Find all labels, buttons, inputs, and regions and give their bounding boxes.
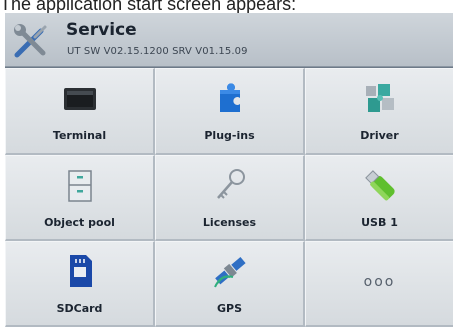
tile-terminal[interactable]: Terminal (5, 68, 155, 155)
tile-gps[interactable]: GPS (155, 241, 305, 327)
tile-label: USB 1 (361, 216, 398, 229)
version-info: UT SW V02.15.1200 SRV V01.15.09 (67, 46, 248, 57)
tile-label: SDCard (56, 302, 103, 315)
tile-plug-ins[interactable]: Plug-ins (155, 68, 305, 155)
app-tile-grid: Terminal Plug-ins Driver Object pool Lic… (5, 68, 453, 327)
usb-stick-icon (364, 170, 395, 201)
tile-driver[interactable]: Driver (305, 68, 453, 155)
tile-label: Licenses (202, 216, 257, 229)
puzzle-piece-icon (219, 83, 240, 112)
tile-object-pool[interactable]: Object pool (5, 155, 155, 241)
tile-label: Plug-ins (204, 129, 255, 142)
tile-label: GPS (216, 302, 242, 315)
tile-more[interactable]: ooo (305, 241, 453, 327)
wrench-screwdriver-icon (14, 24, 47, 58)
tile-sdcard[interactable]: SDCard (5, 241, 155, 327)
app-title: Service (66, 20, 137, 40)
sd-card-icon (69, 255, 92, 287)
app-header: Service UT SW V02.15.1200 SRV V01.15.09 (5, 13, 453, 67)
tile-licenses[interactable]: Licenses (155, 155, 305, 241)
device-screen: Service UT SW V02.15.1200 SRV V01.15.09 … (5, 13, 453, 327)
puzzle-pieces-icon (365, 84, 394, 112)
tile-label: Terminal (52, 129, 107, 142)
satellite-icon (213, 257, 246, 288)
terminal-display-icon (63, 88, 96, 110)
tile-label: Object pool (44, 216, 115, 229)
key-icon (216, 169, 245, 199)
filing-cabinet-icon (67, 170, 92, 202)
tile-usb-1[interactable]: USB 1 (305, 155, 453, 241)
tile-label: Driver (360, 129, 399, 142)
more-dots-icon: ooo (363, 274, 396, 290)
